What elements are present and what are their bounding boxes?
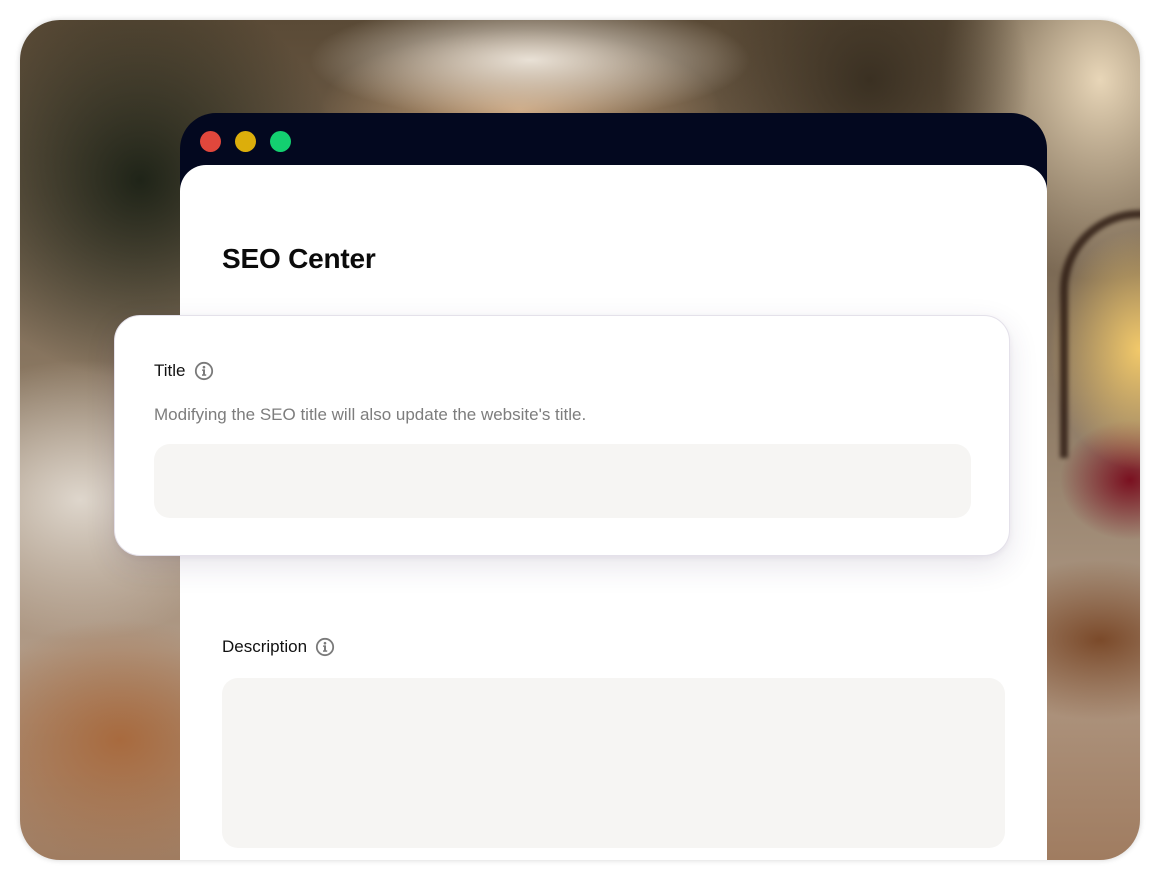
description-label: Description: [222, 637, 308, 656]
info-icon[interactable]: [315, 637, 335, 657]
info-icon[interactable]: [194, 361, 214, 381]
stage: SEO Center Description Title Modifying t…: [0, 0, 1160, 880]
background-decoration: [1060, 210, 1140, 458]
close-window-button[interactable]: [200, 131, 221, 152]
minimize-window-button[interactable]: [235, 131, 256, 152]
maximize-window-button[interactable]: [270, 131, 291, 152]
title-label: Title: [154, 361, 186, 380]
title-input[interactable]: [154, 444, 971, 518]
title-help-text: Modifying the SEO title will also update…: [154, 405, 587, 424]
description-label-row: Description: [222, 637, 335, 657]
title-label-row: Title: [154, 361, 214, 381]
description-input[interactable]: [222, 678, 1005, 848]
title-field-card: Title Modifying the SEO title will also …: [114, 315, 1010, 556]
window-titlebar: [180, 113, 1047, 165]
page-title: SEO Center: [222, 243, 376, 274]
